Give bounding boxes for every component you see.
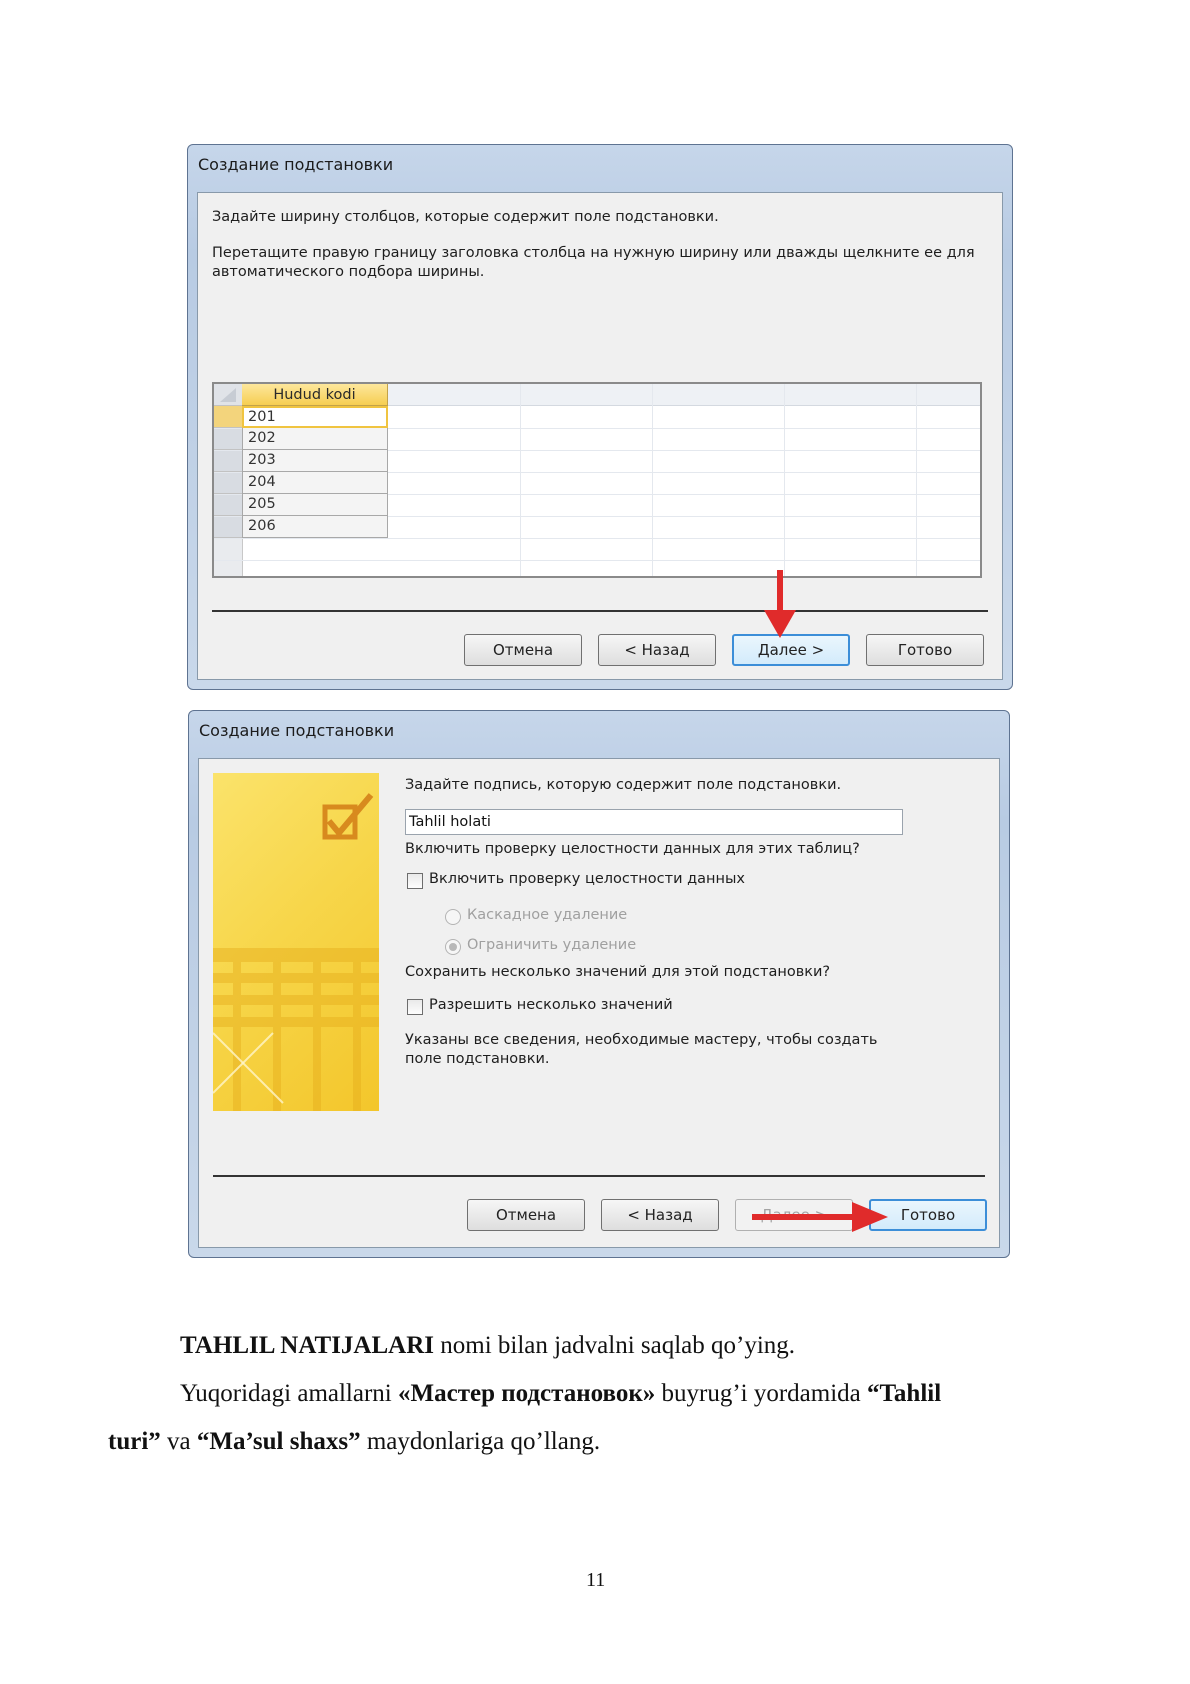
- integrity-checkbox[interactable]: [407, 873, 423, 889]
- cascade-delete-radio: [445, 909, 461, 925]
- cancel-button[interactable]: Отмена: [464, 634, 582, 666]
- lookup-label-input[interactable]: Tahlil holati: [405, 809, 903, 835]
- multi-values-checkbox-label[interactable]: Разрешить несколько значений: [429, 997, 673, 1013]
- instruction-text-line1: Перетащите правую границу заголовка стол…: [212, 245, 975, 261]
- field-name-bold: “Ma’sul shaxs”: [196, 1428, 361, 1455]
- paragraph-text: buyrug’i yordamida: [655, 1380, 868, 1407]
- row-selector[interactable]: [214, 472, 242, 494]
- red-arrow-down-icon: [764, 570, 796, 638]
- finish-button[interactable]: Готово: [866, 634, 984, 666]
- multi-values-question-text: Сохранить несколько значений для этой по…: [405, 964, 831, 980]
- grid-cell[interactable]: 205: [242, 494, 388, 516]
- instruction-text: Задайте ширину столбцов, которые содержи…: [212, 209, 719, 225]
- row-selector[interactable]: [214, 428, 242, 450]
- wizard-illustration: [213, 773, 379, 1111]
- separator-line: [213, 1175, 985, 1177]
- column-header-hudud-kodi[interactable]: Hudud kodi: [242, 384, 388, 406]
- paragraph-text: maydonlariga qo’llang.: [360, 1428, 601, 1455]
- paragraph-text: nomi bilan jadvalni saqlab qo’ying.: [434, 1332, 796, 1359]
- lookup-column-grid[interactable]: Hudud kodi 201 202 203 204 205 206: [212, 382, 982, 578]
- paragraph-apply-wizard-cont: turi” va “Ma’sul shaxs” maydonlariga qo’…: [108, 1418, 600, 1466]
- instruction-text-line2: автоматического подбора ширины.: [212, 264, 485, 280]
- red-arrow-right-icon: [752, 1202, 888, 1232]
- command-name-bold: «Мастер подстановок»: [398, 1380, 656, 1407]
- select-all-corner[interactable]: [214, 384, 242, 406]
- integrity-question-text: Включить проверку целостности данных для…: [405, 841, 860, 857]
- row-selector[interactable]: [214, 450, 242, 472]
- paragraph-apply-wizard: Yuqoridagi amallarni «Мастер подстановок…: [180, 1370, 941, 1418]
- field-name-bold: “Tahlil: [867, 1380, 942, 1407]
- field-name-bold: turi”: [108, 1428, 161, 1455]
- cancel-button[interactable]: Отмена: [467, 1199, 585, 1231]
- empty-header-area: [388, 384, 980, 406]
- done-text-line2: поле подстановки.: [405, 1051, 550, 1067]
- multi-values-checkbox[interactable]: [407, 999, 423, 1015]
- dialog-title: Создание подстановки: [198, 155, 394, 174]
- page-number: 11: [586, 1569, 606, 1591]
- paragraph-text: va: [160, 1428, 197, 1455]
- paragraph-text: Yuqoridagi amallarni: [180, 1380, 398, 1407]
- row-selector[interactable]: [214, 516, 242, 538]
- label-prompt-text: Задайте подпись, которую содержит поле п…: [405, 777, 842, 793]
- paragraph-save-table: TAHLIL NATIJALARI nomi bilan jadvalni sa…: [180, 1322, 795, 1370]
- grid-cell[interactable]: 202: [242, 428, 388, 450]
- corner-triangle-icon: [220, 388, 236, 402]
- grid-cell[interactable]: 203: [242, 450, 388, 472]
- lookup-wizard-dialog-finish: Создание подстановки Задайте подпись, ко…: [188, 710, 1010, 1258]
- dialog-title: Создание подстановки: [199, 721, 395, 740]
- lookup-wizard-dialog-column-width: Создание подстановки Задайте ширину стол…: [187, 144, 1013, 690]
- dialog-body: Задайте подпись, которую содержит поле п…: [198, 758, 1000, 1248]
- table-name-bold: TAHLIL NATIJALARI: [180, 1332, 434, 1359]
- restrict-delete-label: Ограничить удаление: [467, 937, 637, 953]
- wizard-checkmark-graphic-icon: [213, 793, 379, 1111]
- restrict-delete-radio: [445, 939, 461, 955]
- row-selector[interactable]: [214, 406, 242, 428]
- grid-cell[interactable]: 204: [242, 472, 388, 494]
- dialog-body: Задайте ширину столбцов, которые содержи…: [197, 192, 1003, 680]
- cascade-delete-label: Каскадное удаление: [467, 907, 628, 923]
- separator-line: [212, 610, 988, 612]
- back-button[interactable]: < Назад: [601, 1199, 719, 1231]
- row-selector[interactable]: [214, 494, 242, 516]
- grid-cell[interactable]: 201: [242, 406, 388, 428]
- back-button[interactable]: < Назад: [598, 634, 716, 666]
- done-text-line1: Указаны все сведения, необходимые мастер…: [405, 1032, 878, 1048]
- grid-cell[interactable]: 206: [242, 516, 388, 538]
- integrity-checkbox-label[interactable]: Включить проверку целостности данных: [429, 871, 745, 887]
